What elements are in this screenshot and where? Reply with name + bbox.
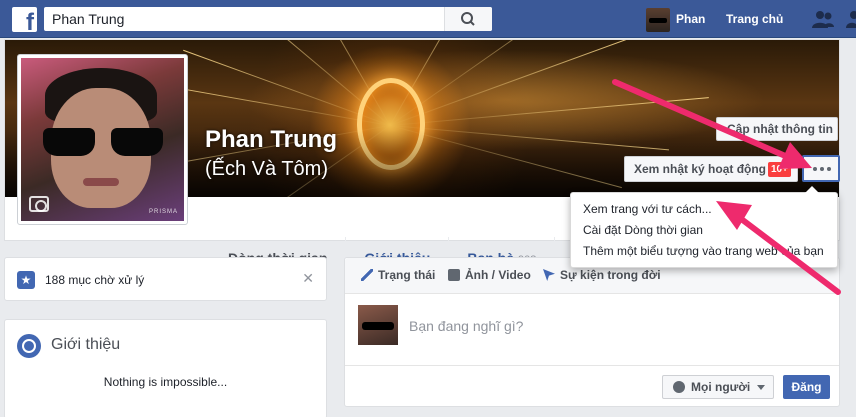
composer-tab-status[interactable]: Trạng thái xyxy=(361,268,435,282)
globe-icon xyxy=(17,334,41,358)
intro-bio: Nothing is impossible... xyxy=(103,375,228,389)
globe-icon xyxy=(673,381,685,393)
composer-avatar xyxy=(358,305,398,345)
photo-icon xyxy=(448,269,460,281)
post-button[interactable]: Đăng xyxy=(783,375,830,399)
post-composer: Trạng thái Ảnh / Video Sự kiện trong đời… xyxy=(344,257,840,407)
composer-tab-photo-video[interactable]: Ảnh / Video xyxy=(448,268,531,282)
composer-footer: Mọi người Đăng xyxy=(345,365,839,406)
status-input[interactable]: Bạn đang nghĩ gì? xyxy=(409,318,523,334)
menu-item-add-badge[interactable]: Thêm một biểu tượng vào trang web của bạ… xyxy=(571,241,837,262)
pencil-icon xyxy=(361,269,373,281)
friend-requests-icon[interactable] xyxy=(812,10,834,28)
menu-item-timeline-settings[interactable]: Cài đặt Dòng thời gian xyxy=(571,220,837,241)
menu-item-view-as[interactable]: Xem trang với tư cách... xyxy=(571,199,837,220)
life-event-icon xyxy=(543,269,555,281)
intro-card: Giới thiệu Nothing is impossible... xyxy=(4,319,327,417)
activity-count-badge: 10+ xyxy=(768,162,791,177)
top-navigation-bar: f Phan Trang chủ xyxy=(0,0,856,38)
camera-icon[interactable] xyxy=(29,196,49,212)
more-options-button[interactable] xyxy=(802,155,840,182)
messages-icon[interactable] xyxy=(844,10,856,28)
facebook-logo-icon[interactable]: f xyxy=(12,7,37,35)
home-link[interactable]: Trang chủ xyxy=(726,12,783,26)
close-icon[interactable]: ✕ xyxy=(302,270,314,287)
pending-items-text[interactable]: 188 mục chờ xử lý xyxy=(45,273,144,287)
update-info-button[interactable]: Cập nhật thông tin xyxy=(716,117,838,141)
search-button[interactable] xyxy=(444,7,492,31)
profile-alternate-name: (Ếch Và Tôm) xyxy=(205,158,328,180)
user-avatar[interactable] xyxy=(646,8,670,32)
search-icon xyxy=(461,12,475,26)
ellipsis-icon xyxy=(813,167,831,171)
profile-picture[interactable]: PRISMA xyxy=(17,54,188,225)
more-options-menu: Xem trang với tư cách... Cài đặt Dòng th… xyxy=(570,186,838,268)
star-icon: ★ xyxy=(17,271,35,289)
intro-title: Giới thiệu xyxy=(51,336,121,353)
user-name-link[interactable]: Phan xyxy=(676,12,705,26)
audience-selector[interactable]: Mọi người xyxy=(662,375,774,399)
profile-name[interactable]: Phan Trung xyxy=(205,126,337,154)
pending-items-box[interactable]: ★ 188 mục chờ xử lý ✕ xyxy=(4,257,327,301)
prisma-watermark: PRISMA xyxy=(148,209,178,215)
search-input[interactable] xyxy=(44,7,444,31)
caret-down-icon xyxy=(757,385,765,394)
search-box xyxy=(44,7,492,31)
composer-tab-life-event[interactable]: Sự kiện trong đời xyxy=(543,268,661,282)
